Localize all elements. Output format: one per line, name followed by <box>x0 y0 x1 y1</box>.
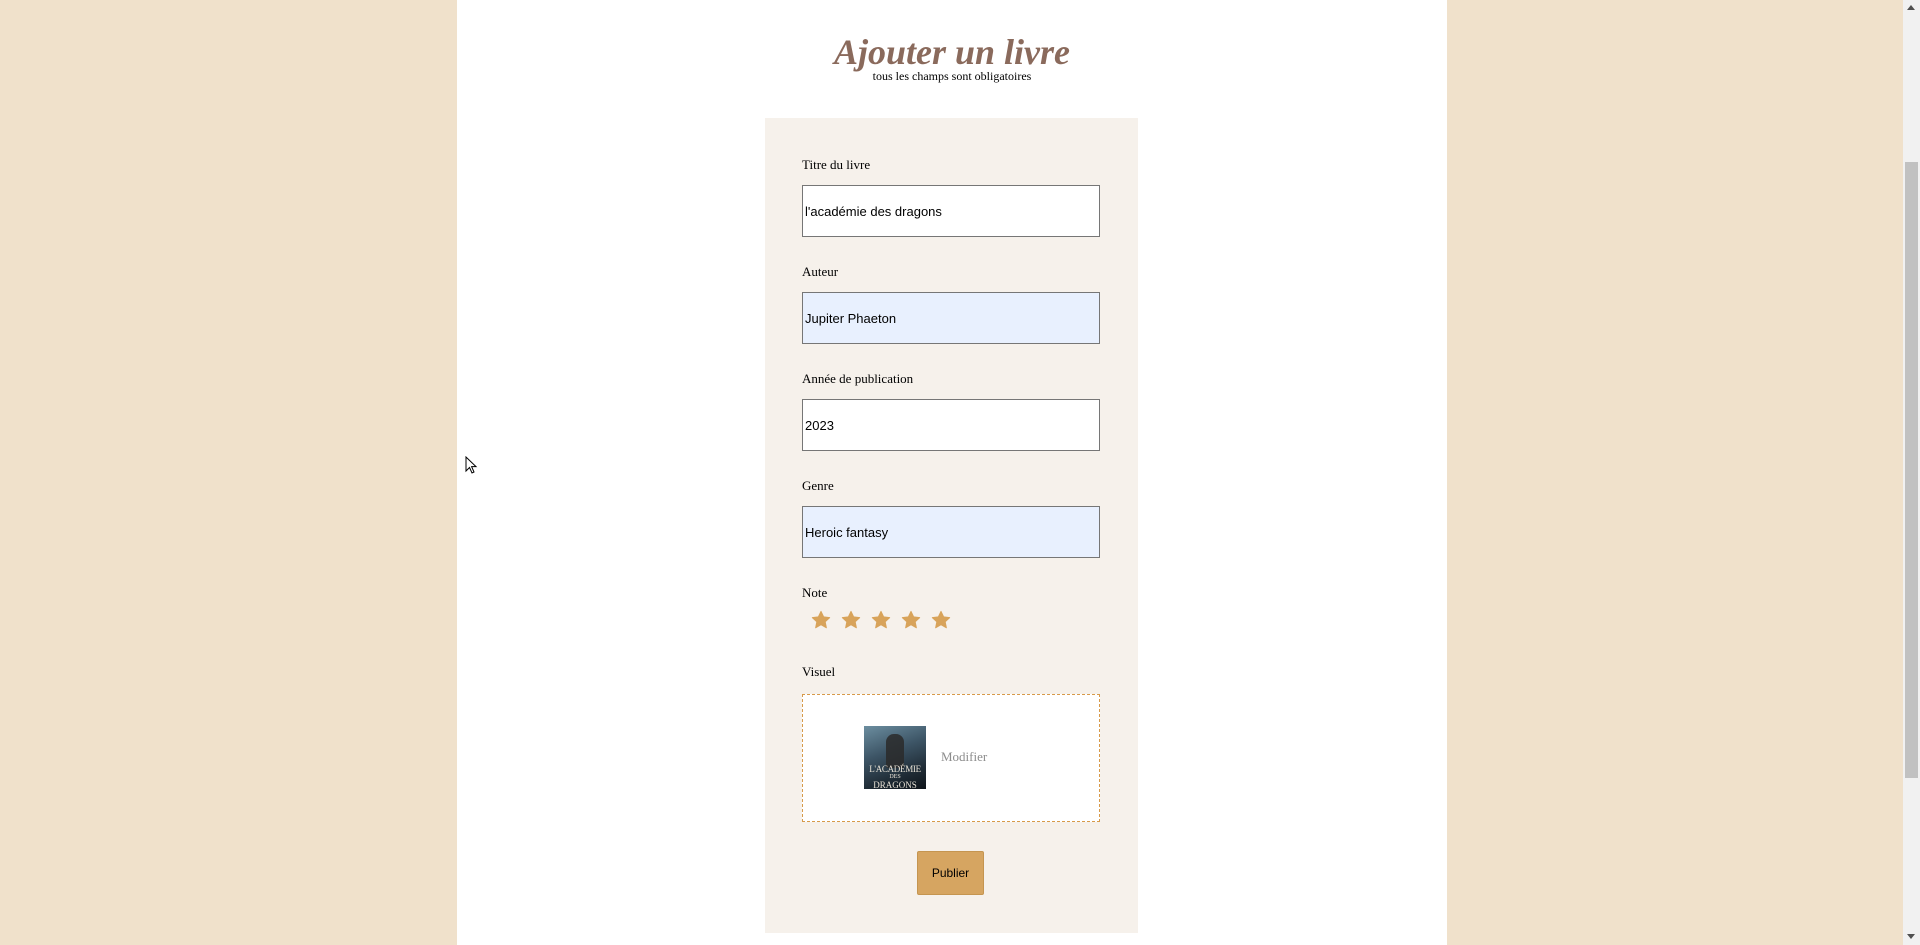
book-cover-thumbnail: L'ACADÉMIE DES DRAGONS <box>864 726 926 789</box>
title-label: Titre du livre <box>802 157 871 172</box>
cover-text-line-3: DRAGONS <box>873 780 917 789</box>
page-container: Ajouter un livre tous les champs sont ob… <box>457 0 1447 945</box>
star-icon[interactable] <box>840 609 862 631</box>
add-book-form: Titre du livre l'académie des dragons Au… <box>765 118 1138 933</box>
star-icon[interactable] <box>870 609 892 631</box>
publish-button[interactable]: Publier <box>917 851 984 895</box>
star-icon[interactable] <box>900 609 922 631</box>
genre-input[interactable]: Heroic fantasy <box>802 506 1100 558</box>
scroll-up-arrow-icon[interactable] <box>1907 5 1915 10</box>
page-subtitle: tous les champs sont obligatoires <box>872 69 1032 83</box>
vertical-scrollbar[interactable] <box>1903 0 1920 945</box>
genre-label: Genre <box>802 478 834 493</box>
page-title: Ajouter un livre <box>833 32 1071 72</box>
star-icon[interactable] <box>930 609 952 631</box>
author-input[interactable]: Jupiter Phaeton <box>802 292 1100 344</box>
year-label: Année de publication <box>802 371 914 386</box>
visual-label: Visuel <box>802 664 836 679</box>
author-label: Auteur <box>802 264 839 279</box>
star-icon[interactable] <box>810 609 832 631</box>
title-input[interactable]: l'académie des dragons <box>802 185 1100 237</box>
image-upload-zone[interactable]: L'ACADÉMIE DES DRAGONS Modifier <box>802 694 1100 822</box>
scroll-down-arrow-icon[interactable] <box>1907 934 1915 939</box>
rating-stars <box>810 609 952 631</box>
modify-image-link[interactable]: Modifier <box>941 749 987 765</box>
year-input[interactable]: 2023 <box>802 399 1100 451</box>
mouse-cursor-icon <box>465 456 478 474</box>
rating-label: Note <box>802 585 828 600</box>
cover-figure <box>886 734 904 768</box>
cover-text-line-1: L'ACADÉMIE <box>869 764 921 774</box>
scroll-thumb[interactable] <box>1905 162 1918 778</box>
